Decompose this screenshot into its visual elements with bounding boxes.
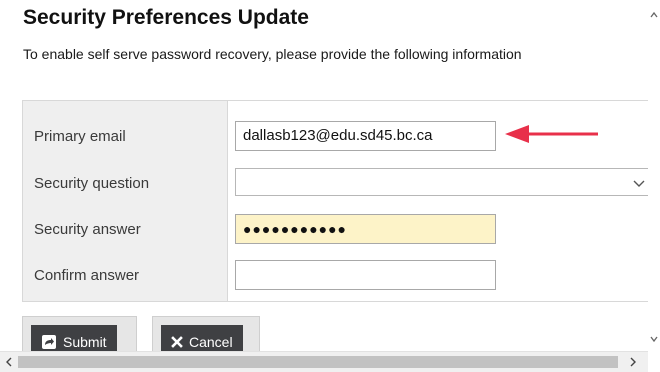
intro-text: To enable self serve password recovery, … xyxy=(23,46,522,62)
scroll-right-icon[interactable] xyxy=(626,355,640,369)
submit-icon xyxy=(42,335,56,349)
scroll-up-icon[interactable] xyxy=(649,10,659,20)
cancel-label: Cancel xyxy=(189,334,233,350)
horizontal-scrollbar[interactable] xyxy=(0,351,648,372)
close-icon xyxy=(171,336,183,348)
primary-email-field[interactable]: dallasb123@edu.sd45.bc.ca xyxy=(235,121,496,151)
primary-email-label: Primary email xyxy=(34,128,126,145)
horizontal-scroll-thumb[interactable] xyxy=(18,356,618,368)
submit-label: Submit xyxy=(63,334,107,350)
security-answer-field[interactable]: ●●●●●●●●●●● xyxy=(235,214,496,244)
security-question-select[interactable] xyxy=(235,168,655,196)
arrow-pointer-icon xyxy=(505,125,598,143)
security-question-label: Security question xyxy=(34,175,150,192)
confirm-answer-field[interactable] xyxy=(235,260,496,290)
security-answer-label: Security answer xyxy=(34,221,141,238)
page-title: Security Preferences Update xyxy=(23,6,309,29)
security-answer-masked-value: ●●●●●●●●●●● xyxy=(243,221,348,237)
confirm-answer-label: Confirm answer xyxy=(34,267,140,284)
vertical-scrollbar[interactable] xyxy=(648,0,660,371)
chevron-down-icon xyxy=(633,180,645,187)
scroll-left-icon[interactable] xyxy=(2,355,16,369)
scroll-down-icon[interactable] xyxy=(649,334,659,344)
